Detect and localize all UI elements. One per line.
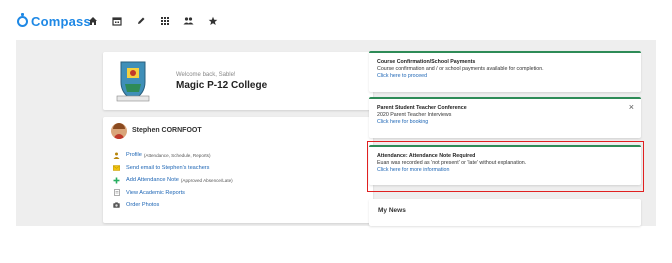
top-navigation-bar: Compass <box>0 0 672 40</box>
parent-teacher-conference-notice: × Parent Student Teacher Conference 2020… <box>369 97 641 138</box>
camera-icon <box>113 202 120 209</box>
welcome-message: Welcome back, Sable! <box>176 72 236 78</box>
notice-title: Course Confirmation/School Payments <box>377 59 476 65</box>
course-confirmation-notice: Course Confirmation/School Payments Cour… <box>369 51 641 92</box>
profile-link-label: Profile <box>126 152 142 159</box>
send-email-label: Send email to Stephen's teachers <box>126 164 210 171</box>
email-icon <box>113 164 120 171</box>
calendar-icon[interactable] <box>109 13 124 28</box>
student-profile-card: Stephen CORNFOOT Profile (Attendance, Sc… <box>103 117 373 223</box>
app-name: Compass <box>31 14 91 29</box>
people-icon[interactable] <box>181 13 196 28</box>
order-photos-link[interactable]: Order Photos <box>113 199 368 212</box>
order-photos-label: Order Photos <box>126 202 160 209</box>
add-attendance-note-link[interactable]: Add Attendance Note (Approved Absence/La… <box>113 174 368 187</box>
nav-icon-group <box>85 13 229 28</box>
notice-link[interactable]: Click here for booking <box>377 119 633 126</box>
profile-link-detail: (Attendance, Schedule, Reports) <box>143 152 211 158</box>
view-academic-reports-label: View Academic Reports <box>126 189 185 196</box>
pencil-icon[interactable] <box>133 13 148 28</box>
compass-logo[interactable]: Compass <box>17 13 91 29</box>
grid-icon[interactable] <box>157 13 172 28</box>
close-icon[interactable]: × <box>629 103 634 112</box>
student-action-list: Profile (Attendance, Schedule, Reports) … <box>113 149 368 212</box>
school-welcome-card: Welcome back, Sable! Magic P-12 College <box>103 52 373 110</box>
report-icon <box>113 189 120 197</box>
dashboard-content: Welcome back, Sable! Magic P-12 College … <box>16 40 656 226</box>
my-news-title: My News <box>378 207 406 214</box>
attendance-notice-highlight-box <box>367 141 644 192</box>
notice-body: 2020 Parent Teacher Interviews <box>377 112 452 118</box>
school-crest-logo <box>116 61 150 102</box>
plus-icon <box>113 177 120 184</box>
notice-link[interactable]: Click here to proceed <box>377 73 633 80</box>
student-avatar[interactable] <box>111 123 127 139</box>
view-academic-reports-link[interactable]: View Academic Reports <box>113 187 368 200</box>
profile-icon <box>113 152 120 159</box>
star-icon[interactable] <box>205 13 220 28</box>
compass-logo-icon <box>17 13 28 27</box>
profile-link[interactable]: Profile (Attendance, Schedule, Reports) <box>113 149 368 162</box>
add-attendance-note-detail: (Approved Absence/Late) <box>180 177 233 183</box>
home-icon[interactable] <box>85 13 100 28</box>
student-name: Stephen CORNFOOT <box>132 127 202 134</box>
add-attendance-note-label: Add Attendance Note <box>126 177 179 184</box>
send-email-link[interactable]: Send email to Stephen's teachers <box>113 162 368 175</box>
notice-body: Course confirmation and / or school paym… <box>377 66 544 72</box>
school-name: Magic P-12 College <box>176 80 268 91</box>
my-news-card: My News <box>369 199 641 226</box>
notice-title: Parent Student Teacher Conference <box>377 105 467 111</box>
